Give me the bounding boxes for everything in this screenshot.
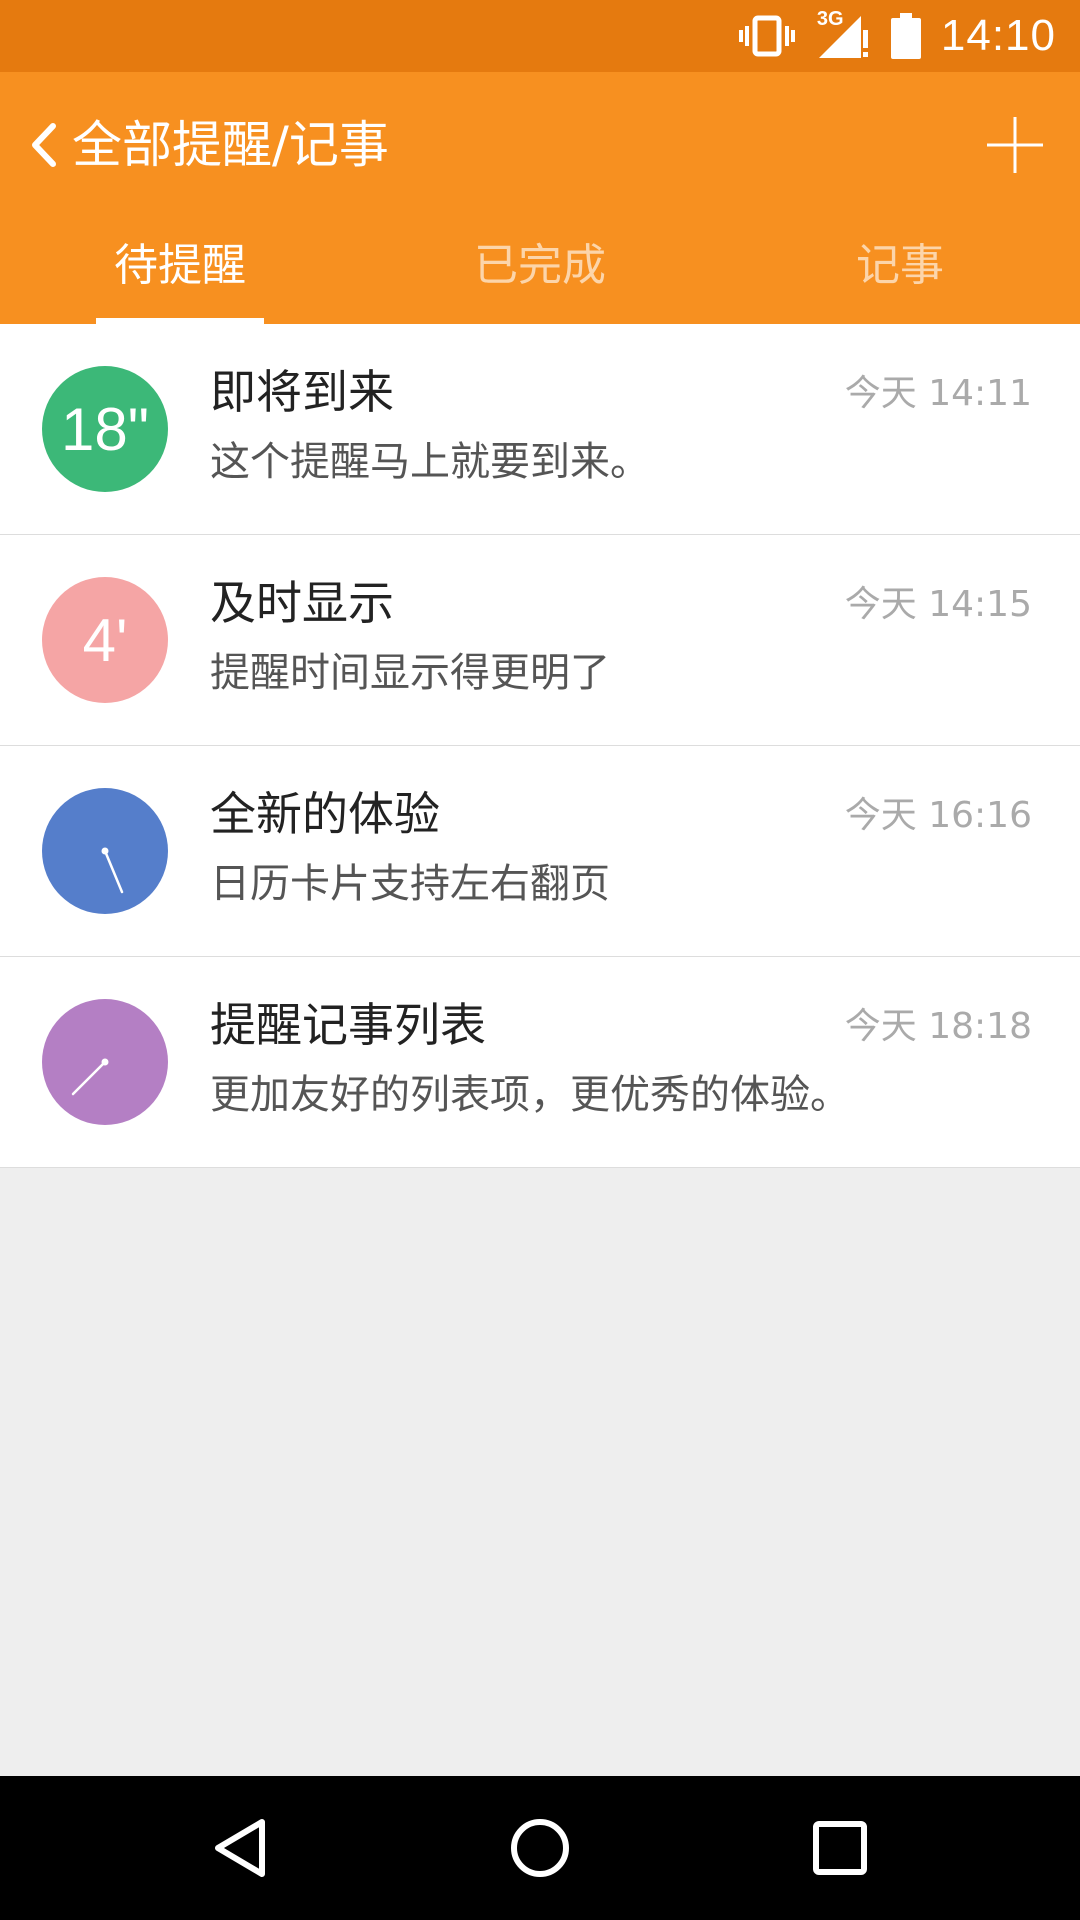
app-header: 全部提醒/记事 待提醒 已完成 记事 bbox=[0, 72, 1080, 324]
status-icons: 3G 14:10 bbox=[738, 0, 1056, 72]
nav-back-button[interactable] bbox=[170, 1776, 310, 1920]
clock-badge bbox=[42, 788, 168, 914]
item-time: 今天 14:15 bbox=[844, 584, 1032, 625]
tab-notes[interactable]: 记事 bbox=[720, 216, 1080, 324]
item-title: 及时显示 bbox=[210, 576, 394, 630]
item-time: 今天 16:16 bbox=[844, 795, 1032, 836]
chevron-left-icon bbox=[32, 123, 56, 167]
status-time: 14:10 bbox=[940, 11, 1056, 60]
system-nav-bar bbox=[0, 1776, 1080, 1920]
nav-home-button[interactable] bbox=[470, 1776, 610, 1920]
tab-bar: 待提醒 已完成 记事 bbox=[0, 216, 1080, 324]
tab-pending[interactable]: 待提醒 bbox=[0, 216, 360, 324]
add-button[interactable] bbox=[980, 110, 1050, 180]
item-subtitle: 日历卡片支持左右翻页 bbox=[210, 861, 610, 907]
nav-recents-button[interactable] bbox=[770, 1776, 910, 1920]
list-item[interactable]: 4' 及时显示 提醒时间显示得更明了 今天 14:15 bbox=[0, 535, 1080, 746]
countdown-badge: 4' bbox=[42, 577, 168, 703]
header-row: 全部提醒/记事 bbox=[0, 72, 1080, 216]
list-item[interactable]: 18" 即将到来 这个提醒马上就要到来。 今天 14:11 bbox=[0, 324, 1080, 535]
back-button[interactable] bbox=[14, 110, 74, 180]
item-title: 即将到来 bbox=[210, 365, 394, 419]
list-item[interactable]: 全新的体验 日历卡片支持左右翻页 今天 16:16 bbox=[0, 746, 1080, 957]
list-item[interactable]: 提醒记事列表 更加友好的列表项，更优秀的体验。 今天 18:18 bbox=[0, 957, 1080, 1168]
status-bar: 3G 14:10 bbox=[0, 0, 1080, 72]
clock-hand-icon bbox=[101, 847, 124, 894]
network-type-label: 3G bbox=[816, 8, 844, 30]
tab-completed-label: 已完成 bbox=[474, 240, 606, 291]
item-title: 提醒记事列表 bbox=[210, 998, 486, 1052]
clock-hand-icon bbox=[71, 1058, 109, 1096]
item-time: 今天 18:18 bbox=[844, 1006, 1032, 1047]
countdown-badge-text: 18" bbox=[60, 395, 150, 463]
countdown-badge-text: 4' bbox=[82, 606, 128, 674]
item-subtitle: 提醒时间显示得更明了 bbox=[210, 650, 610, 696]
page-title: 全部提醒/记事 bbox=[72, 116, 389, 174]
vibrate-icon bbox=[738, 14, 795, 58]
item-subtitle: 更加友好的列表项，更优秀的体验。 bbox=[210, 1072, 850, 1118]
tab-pending-label: 待提醒 bbox=[114, 240, 246, 291]
countdown-badge: 18" bbox=[42, 366, 168, 492]
square-recents-icon bbox=[813, 1821, 867, 1875]
circle-home-icon bbox=[511, 1819, 569, 1877]
cell-signal-icon: 3G bbox=[815, 8, 871, 60]
tab-notes-label: 记事 bbox=[856, 240, 944, 291]
battery-icon bbox=[890, 13, 921, 59]
item-title: 全新的体验 bbox=[210, 787, 440, 841]
clock-badge bbox=[42, 999, 168, 1125]
item-subtitle: 这个提醒马上就要到来。 bbox=[210, 439, 650, 485]
tab-completed[interactable]: 已完成 bbox=[360, 216, 720, 324]
triangle-back-icon bbox=[215, 1819, 265, 1877]
item-time: 今天 14:11 bbox=[844, 373, 1032, 414]
plus-icon bbox=[987, 117, 1043, 173]
reminder-list: 18" 即将到来 这个提醒马上就要到来。 今天 14:11 4' 及时显示 提醒… bbox=[0, 324, 1080, 1168]
